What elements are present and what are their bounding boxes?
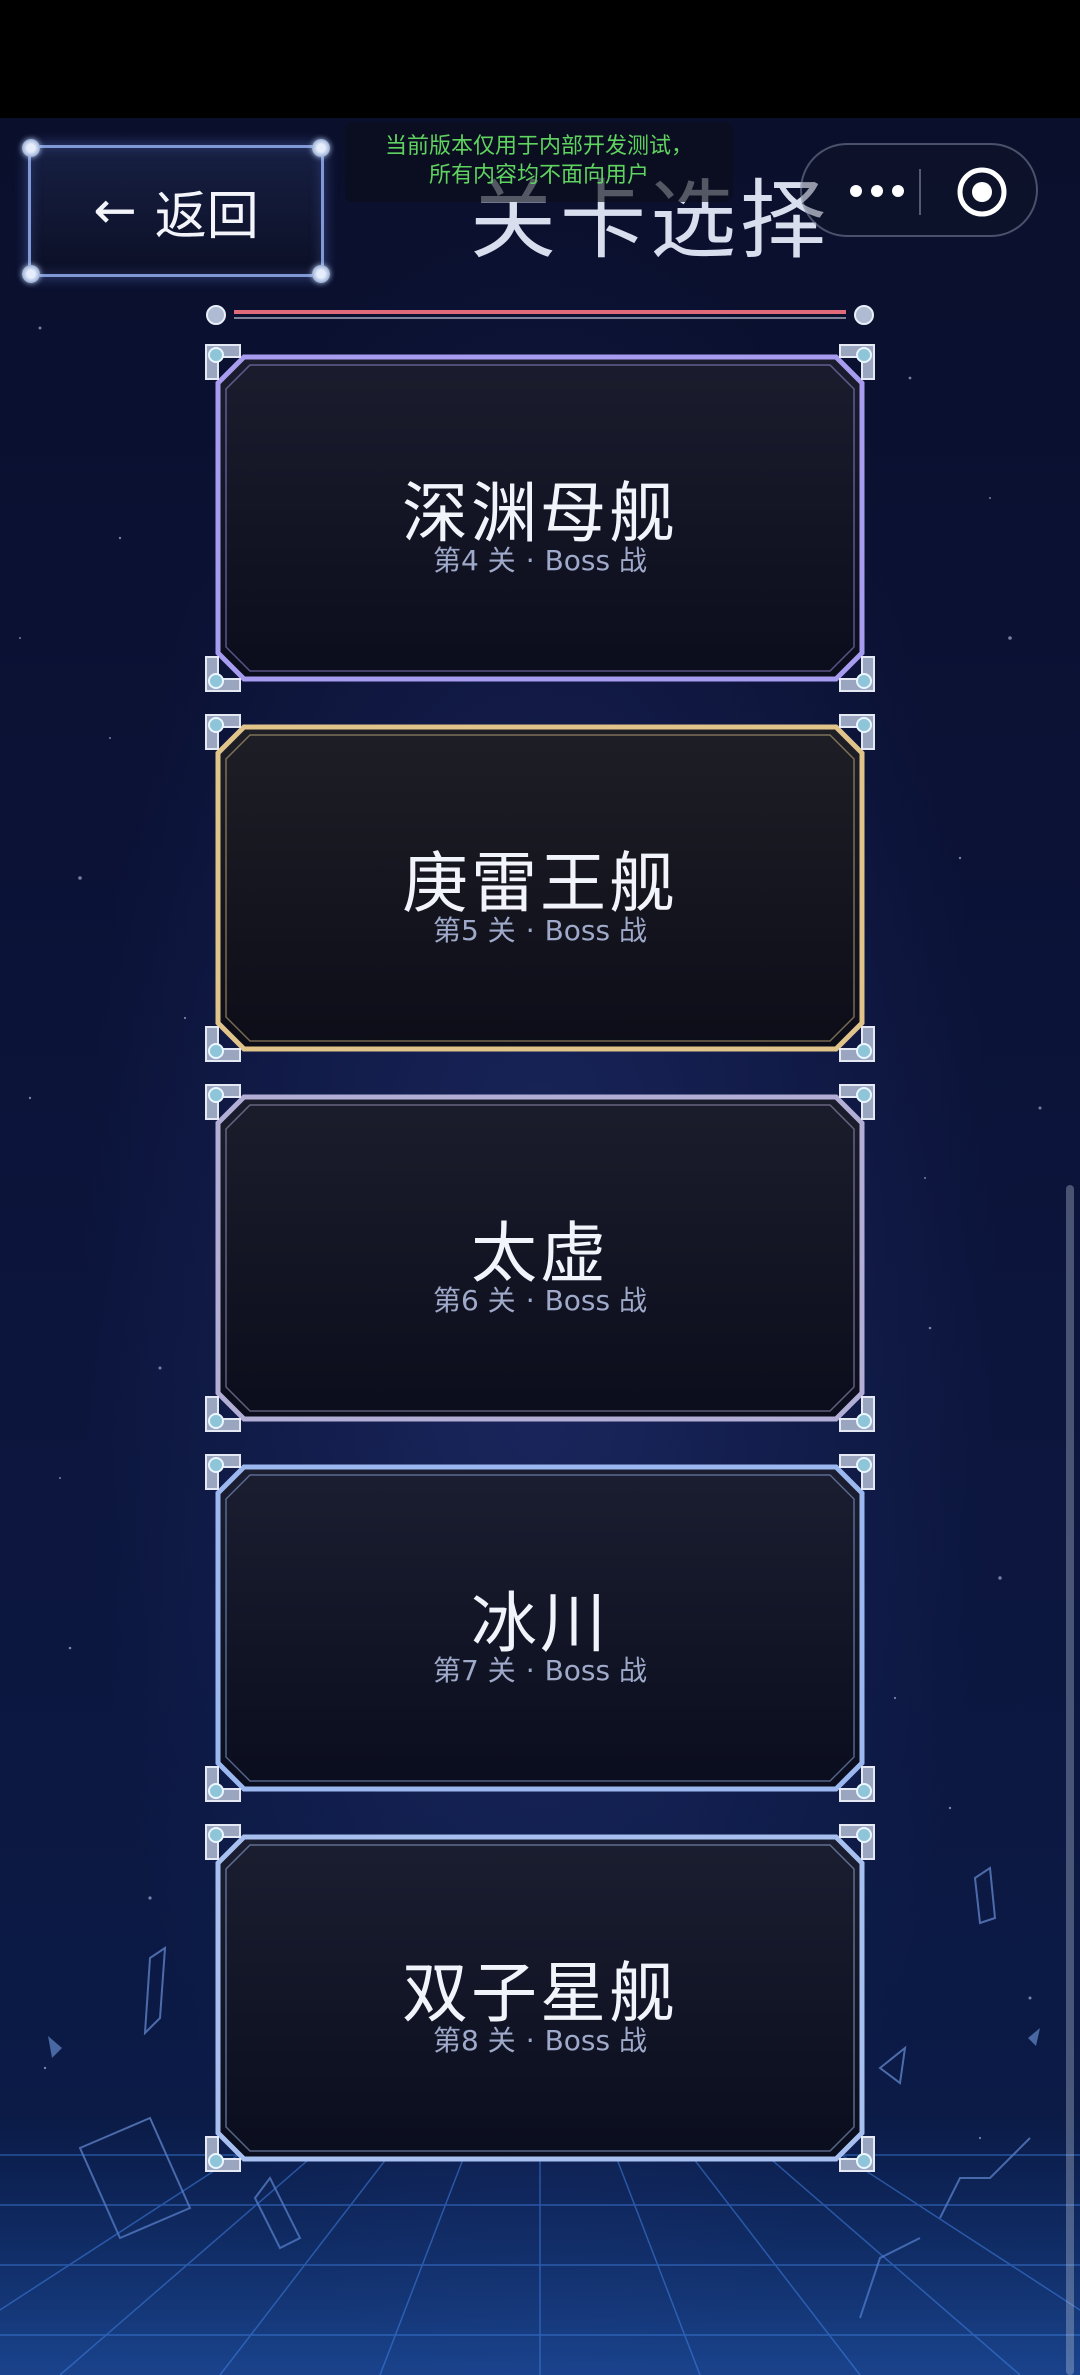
dev-notice-banner: 当前版本仅用于内部开发测试， 所有内容均不面向用户 (345, 122, 733, 202)
level-card-7[interactable]: 冰川 第7 关 · Boss 战 (204, 1453, 876, 1803)
corner-rivet (22, 139, 40, 157)
level-stage: 第4 关 (432, 544, 516, 577)
separator-dot: · (525, 1654, 535, 1687)
scrollbar[interactable] (1066, 1185, 1074, 2375)
level-stage: 第5 关 (432, 914, 516, 947)
level-subtitle: 第8 关 · Boss 战 (204, 2019, 876, 2059)
miniprogram-capsule (800, 143, 1038, 237)
level-subtitle: 第6 关 · Boss 战 (204, 1279, 876, 1319)
level-stage: 第6 关 (432, 1284, 516, 1317)
level-type: Boss 战 (544, 1654, 648, 1687)
level-type: Boss 战 (544, 1284, 648, 1317)
separator-dot: · (525, 1284, 535, 1317)
level-select-screen: ← 返回 关卡选择 当前版本仅用于内部开发测试， 所有内容均不面向用户 深渊母舰… (0, 0, 1080, 2375)
corner-rivet (312, 139, 330, 157)
level-subtitle: 第7 关 · Boss 战 (204, 1649, 876, 1689)
level-stage: 第7 关 (432, 1654, 516, 1687)
separator-dot: · (525, 914, 535, 947)
arrow-left-icon: ← (93, 181, 137, 241)
level-stage: 第8 关 (432, 2024, 516, 2057)
dev-notice-line1: 当前版本仅用于内部开发测试， (384, 134, 693, 159)
corner-rivet (312, 265, 330, 283)
status-bar (0, 0, 1080, 118)
level-card-6[interactable]: 太虚 第6 关 · Boss 战 (204, 1083, 876, 1433)
capsule-divider (919, 169, 921, 215)
level-type: Boss 战 (544, 2024, 648, 2057)
level-card-5[interactable]: 庚雷王舰 第5 关 · Boss 战 (204, 713, 876, 1063)
level-type: Boss 战 (544, 544, 648, 577)
corner-rivet (22, 265, 40, 283)
previous-level-card-edge (206, 305, 874, 325)
back-button[interactable]: ← 返回 (22, 139, 330, 283)
record-close-icon[interactable] (956, 166, 1008, 218)
back-button-label: 返回 (154, 186, 259, 247)
level-subtitle: 第4 关 · Boss 战 (204, 539, 876, 579)
separator-dot: · (525, 2024, 535, 2057)
more-dots-icon[interactable] (842, 167, 912, 215)
level-card-8[interactable]: 双子星舰 第8 关 · Boss 战 (204, 1823, 876, 2173)
dev-notice-line2: 所有内容均不面向用户 (428, 163, 649, 188)
level-subtitle: 第5 关 · Boss 战 (204, 909, 876, 949)
separator-dot: · (525, 544, 535, 577)
level-card-4[interactable]: 深渊母舰 第4 关 · Boss 战 (204, 343, 876, 693)
level-type: Boss 战 (544, 914, 648, 947)
